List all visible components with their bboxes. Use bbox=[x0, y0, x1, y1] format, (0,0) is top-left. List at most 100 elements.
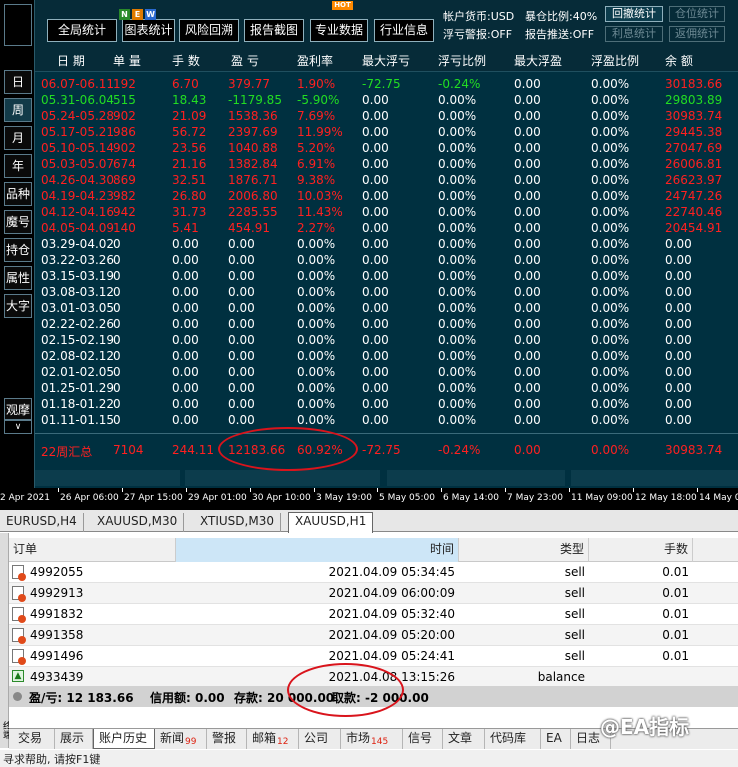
terminal-tab-9[interactable]: 文章 bbox=[443, 729, 485, 749]
terminal-tab-1[interactable]: 展示 bbox=[55, 729, 93, 749]
stats-row[interactable]: 05.17-05.21 986 56.72 2397.69 11.99% 0.00 0.00… bbox=[35, 124, 738, 140]
stats-row[interactable]: 04.26-04.30 869 32.51 1876.71 9.38% 0.00 0.00%… bbox=[35, 172, 738, 188]
rail-btn-observe[interactable]: 观摩 bbox=[4, 398, 32, 420]
rail-btn-month[interactable]: 月 bbox=[4, 126, 32, 150]
cell-rate: -5.90% bbox=[297, 93, 340, 107]
stats-row[interactable]: 06.07-06.11 192 6.70 379.77 1.90% -72.75 -0.24… bbox=[35, 76, 738, 92]
col-header-rate[interactable]: 盈利率 bbox=[297, 52, 333, 69]
stats-row[interactable]: 03.22-03.26 0 0.00 0.00 0.00% 0.00 0.00% 0.00 0.… bbox=[35, 252, 738, 268]
chart-tab-eurusdh4[interactable]: EURUSD,H4 bbox=[0, 513, 84, 532]
history-row[interactable]: 4991496 2021.04.09 05:24:41 sell 0.01 bbox=[9, 646, 738, 667]
stats-row[interactable]: 02.22-02.26 0 0.00 0.00 0.00% 0.00 0.00% 0.00 0.… bbox=[35, 316, 738, 332]
report-screenshot-button[interactable]: 报告截图 bbox=[244, 19, 304, 42]
interest-stats-button[interactable]: 利息统计 bbox=[605, 26, 663, 42]
cell-pnl: 0.00 bbox=[228, 413, 255, 427]
history-row[interactable]: 4992913 2021.04.09 06:00:09 sell 0.01 bbox=[9, 583, 738, 604]
cell-rate: 0.00% bbox=[297, 301, 336, 315]
col-header-balance[interactable]: 余 额 bbox=[665, 52, 693, 69]
col-header-type[interactable]: 类型 bbox=[459, 538, 589, 562]
cell-orders: 902 bbox=[113, 141, 136, 155]
stats-row[interactable]: 01.11-01.15 0 0.00 0.00 0.00% 0.00 0.00% 0.00 0.… bbox=[35, 412, 738, 428]
chart-tab-xauusdh1[interactable]: XAUUSD,H1 bbox=[288, 512, 374, 533]
history-table-header: 订单 时间 类型 手数 bbox=[9, 538, 738, 562]
terminal-tab-label: 邮箱 bbox=[252, 731, 277, 745]
terminal-tab-8[interactable]: 信号 bbox=[403, 729, 443, 749]
col-header-fp_ratio[interactable]: 浮盈比例 bbox=[591, 52, 639, 69]
cell-max_fp: 0.00 bbox=[514, 269, 541, 283]
chart-tab-xauusdm30[interactable]: XAUUSD,M30 bbox=[91, 513, 185, 532]
rail-btn-property[interactable]: 属性 bbox=[4, 266, 32, 290]
rebate-stats-button[interactable]: 返佣统计 bbox=[669, 26, 725, 42]
terminal-tab-2[interactable]: 账户历史 bbox=[93, 729, 155, 749]
col-header-period[interactable]: 日 期 bbox=[57, 52, 85, 69]
terminal-tab-label: EA bbox=[546, 731, 562, 745]
summary-pnl: 盈/亏: 12 183.66 bbox=[29, 691, 134, 705]
cell-lots: 31.73 bbox=[172, 205, 207, 219]
position-stats-button[interactable]: 仓位统计 bbox=[669, 6, 725, 22]
rail-btn-day[interactable]: 日 bbox=[4, 70, 32, 94]
chart-stats-button[interactable]: 图表统计 bbox=[122, 19, 175, 42]
cell-fp_ratio: 0.00% bbox=[591, 365, 630, 379]
pro-data-button[interactable]: 专业数据 bbox=[310, 19, 368, 42]
col-header-time[interactable]: 时间 bbox=[176, 538, 459, 562]
rail-btn-large-font[interactable]: 大字 bbox=[4, 294, 32, 318]
rail-btn-symbol[interactable]: 品种 bbox=[4, 182, 32, 206]
col-header-dd_ratio[interactable]: 浮亏比例 bbox=[438, 52, 486, 69]
order-id: 4992055 bbox=[30, 565, 84, 579]
industry-info-button[interactable]: 行业信息 bbox=[374, 19, 434, 42]
history-row[interactable]: 4992055 2021.04.09 05:34:45 sell 0.01 bbox=[9, 562, 738, 583]
stats-row[interactable]: 05.31-06.04 515 18.43 -1179.85 -5.90% 0.00 0.0… bbox=[35, 92, 738, 108]
annotation-circle-withdraw bbox=[287, 663, 404, 717]
col-header-orders[interactable]: 单 量 bbox=[113, 52, 141, 69]
history-row[interactable]: 4991832 2021.04.09 05:32:40 sell 0.01 bbox=[9, 604, 738, 625]
stats-scrollbar[interactable] bbox=[35, 468, 738, 488]
rail-expand-arrow-icon[interactable]: ∨ bbox=[4, 420, 32, 434]
col-header-pnl[interactable]: 盈 亏 bbox=[231, 52, 259, 69]
cell-period: 01.18-01.22 bbox=[41, 397, 115, 411]
cell-pnl: 0.00 bbox=[228, 381, 255, 395]
col-header-max_dd[interactable]: 最大浮亏 bbox=[362, 52, 410, 69]
stats-row[interactable]: 02.08-02.12 0 0.00 0.00 0.00% 0.00 0.00% 0.00 0.… bbox=[35, 348, 738, 364]
cell-fp_ratio: 0.00% bbox=[591, 381, 630, 395]
terminal-tab-10[interactable]: 代码库 bbox=[485, 729, 541, 749]
stats-row[interactable]: 02.01-02.05 0 0.00 0.00 0.00% 0.00 0.00% 0.00 0.… bbox=[35, 364, 738, 380]
terminal-tab-4[interactable]: 警报 bbox=[207, 729, 247, 749]
cell-pnl: 0.00 bbox=[228, 333, 255, 347]
stats-row[interactable]: 01.18-01.22 0 0.00 0.00 0.00% 0.00 0.00% 0.00 0.… bbox=[35, 396, 738, 412]
terminal-tab-0[interactable]: 交易 bbox=[13, 729, 55, 749]
axis-tick bbox=[633, 488, 634, 492]
terminal-tab-11[interactable]: EA bbox=[541, 729, 571, 749]
stats-row[interactable]: 05.24-05.28 902 21.09 1538.36 7.69% 0.00 0.00%… bbox=[35, 108, 738, 124]
rail-btn-magic[interactable]: 魔号 bbox=[4, 210, 32, 234]
rail-btn-position[interactable]: 持仓 bbox=[4, 238, 32, 262]
stats-row[interactable]: 04.12-04.16 942 31.73 2285.55 11.43% 0.00 0.00… bbox=[35, 204, 738, 220]
terminal-tab-label: 文章 bbox=[448, 731, 473, 745]
history-row[interactable]: 4991358 2021.04.09 05:20:00 sell 0.01 bbox=[9, 625, 738, 646]
col-header-order[interactable]: 订单 bbox=[9, 538, 176, 562]
drawdown-stats-button[interactable]: 回撤统计 bbox=[605, 6, 663, 22]
rail-btn-week[interactable]: 周 bbox=[4, 98, 32, 122]
col-header-max_fp[interactable]: 最大浮盈 bbox=[514, 52, 562, 69]
col-header-lots[interactable]: 手 数 bbox=[172, 52, 200, 69]
stats-row[interactable]: 03.01-03.05 0 0.00 0.00 0.00% 0.00 0.00% 0.00 0.… bbox=[35, 300, 738, 316]
stats-row[interactable]: 03.08-03.12 0 0.00 0.00 0.00% 0.00 0.00% 0.00 0.… bbox=[35, 284, 738, 300]
stats-row[interactable]: 02.15-02.19 0 0.00 0.00 0.00% 0.00 0.00% 0.00 0.… bbox=[35, 332, 738, 348]
terminal-tab-7[interactable]: 市场145 bbox=[341, 729, 403, 749]
terminal-tab-3[interactable]: 新闻99 bbox=[155, 729, 207, 749]
cell-period: 04.05-04.09 bbox=[41, 221, 115, 235]
chart-tab-xtiusdm30[interactable]: XTIUSD,M30 bbox=[194, 513, 281, 532]
stats-row[interactable]: 04.19-04.23 982 26.80 2006.80 10.03% 0.00 0.00… bbox=[35, 188, 738, 204]
stats-row[interactable]: 03.15-03.19 0 0.00 0.00 0.00% 0.00 0.00% 0.00 0.… bbox=[35, 268, 738, 284]
stats-row[interactable]: 03.29-04.02 0 0.00 0.00 0.00% 0.00 0.00% 0.00 0.… bbox=[35, 236, 738, 252]
cell-max_dd: 0.00 bbox=[362, 205, 389, 219]
rail-btn-year[interactable]: 年 bbox=[4, 154, 32, 178]
terminal-tab-6[interactable]: 公司 bbox=[299, 729, 341, 749]
stats-row[interactable]: 01.25-01.29 0 0.00 0.00 0.00% 0.00 0.00% 0.00 0.… bbox=[35, 380, 738, 396]
global-stats-button[interactable]: 全局统计 bbox=[47, 19, 117, 42]
terminal-tab-5[interactable]: 邮箱12 bbox=[247, 729, 299, 749]
stats-row[interactable]: 05.10-05.14 902 23.56 1040.88 5.20% 0.00 0.00%… bbox=[35, 140, 738, 156]
risk-review-button[interactable]: 风险回溯 bbox=[179, 19, 239, 42]
stats-row[interactable]: 04.05-04.09 140 5.41 454.91 2.27% 0.00 0.00% 0.… bbox=[35, 220, 738, 236]
stats-row[interactable]: 05.03-05.07 674 21.16 1382.84 6.91% 0.00 0.00%… bbox=[35, 156, 738, 172]
col-header-lots[interactable]: 手数 bbox=[589, 538, 693, 562]
